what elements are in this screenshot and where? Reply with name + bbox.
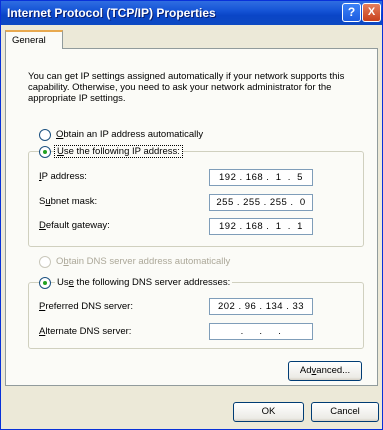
obtain-ip-auto-label[interactable]: Obtain an IP address automatically: [56, 129, 203, 140]
subnet-mask-input[interactable]: 255 . 255 . 255 . 0: [209, 194, 313, 211]
tcpip-properties-dialog: Internet Protocol (TCP/IP) Properties ? …: [0, 0, 383, 430]
alternate-dns-label: Alternate DNS server:: [39, 326, 132, 337]
use-following-ip-radio[interactable]: [39, 146, 51, 158]
close-icon: X: [367, 6, 376, 18]
use-following-dns-radio[interactable]: [39, 277, 51, 289]
use-following-ip-label[interactable]: Use the following IP address:: [54, 145, 183, 158]
help-button[interactable]: ?: [342, 3, 361, 22]
tab-general-label: General: [12, 35, 46, 46]
subnet-mask-label: Subnet mask:: [39, 196, 98, 207]
preferred-dns-input[interactable]: 202 . 96 . 134 . 33: [209, 298, 313, 315]
description-text: You can get IP settings assigned automat…: [28, 71, 345, 104]
default-gateway-label: Default gateway:: [39, 220, 110, 231]
ok-button[interactable]: OK: [233, 402, 304, 422]
cancel-button[interactable]: Cancel: [311, 402, 379, 422]
default-gateway-input[interactable]: 192 . 168 . 1 . 1: [209, 218, 313, 235]
obtain-dns-auto-radio[interactable]: [39, 256, 51, 268]
close-button[interactable]: X: [362, 3, 381, 22]
preferred-dns-label: Preferred DNS server:: [39, 301, 133, 312]
ip-address-input[interactable]: 192 . 168 . 1 . 5: [209, 169, 313, 186]
title-bar[interactable]: Internet Protocol (TCP/IP) Properties ? …: [1, 1, 382, 25]
obtain-ip-auto-radio[interactable]: [39, 129, 51, 141]
advanced-button[interactable]: Advanced...: [288, 361, 362, 381]
obtain-dns-auto-label[interactable]: Obtain DNS server address automatically: [56, 256, 230, 267]
ip-address-label: IP address:: [39, 171, 87, 182]
question-mark-icon: ?: [347, 5, 356, 19]
window-title: Internet Protocol (TCP/IP) Properties: [7, 6, 216, 20]
dns-server-group: [28, 282, 364, 349]
tab-general[interactable]: General: [5, 30, 63, 49]
alternate-dns-input[interactable]: . . .: [209, 323, 313, 340]
use-following-dns-label[interactable]: Use the following DNS server addresses:: [55, 277, 233, 288]
